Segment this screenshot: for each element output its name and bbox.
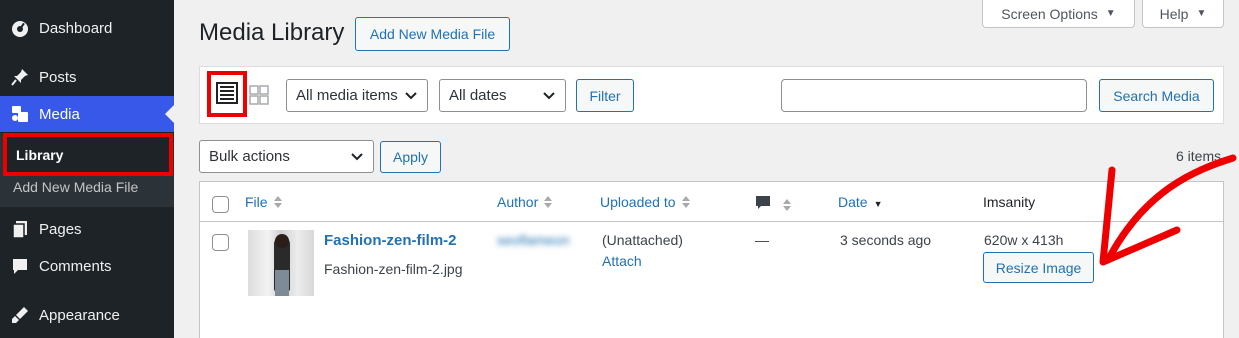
comments-count: — xyxy=(755,232,769,248)
thumbnail-head xyxy=(275,234,289,248)
annotation-arrow-icon xyxy=(1099,154,1237,266)
column-file[interactable]: File xyxy=(245,194,282,210)
pin-icon xyxy=(10,67,30,87)
date-select[interactable]: All dates xyxy=(439,79,566,112)
row-checkbox[interactable] xyxy=(212,234,229,251)
page-title: Media Library xyxy=(199,19,345,46)
column-author-label: Author xyxy=(497,194,539,210)
author-link[interactable]: seoflameon xyxy=(497,232,569,248)
list-view-button[interactable] xyxy=(207,71,247,117)
sidebar-item-comments[interactable]: Comments xyxy=(0,248,174,284)
sidebar-item-label: Media xyxy=(39,105,80,123)
media-filename: Fashion-zen-film-2.jpg xyxy=(324,261,463,277)
thumbnail-legs xyxy=(275,270,289,296)
sidebar-item-label: Pages xyxy=(39,220,82,238)
help-label: Help xyxy=(1159,5,1189,22)
chevron-down-icon xyxy=(405,87,417,104)
media-icon xyxy=(10,104,30,124)
search-input[interactable] xyxy=(781,79,1087,112)
sidebar-item-posts[interactable]: Posts xyxy=(0,59,174,95)
attach-link[interactable]: Attach xyxy=(602,253,642,269)
sidebar-item-label: Comments xyxy=(39,257,112,275)
media-type-value: All media items xyxy=(296,87,398,104)
bulk-actions-value: Bulk actions xyxy=(209,148,290,165)
screen-options-label: Screen Options xyxy=(1001,5,1098,22)
column-file-label: File xyxy=(245,194,268,210)
caret-down-icon: ▼ xyxy=(1196,8,1207,19)
chevron-down-icon xyxy=(543,87,555,104)
sidebar-item-dashboard[interactable]: Dashboard xyxy=(0,10,174,46)
media-thumbnail[interactable] xyxy=(248,230,314,296)
sidebar-item-pages[interactable]: Pages xyxy=(0,211,174,247)
chevron-down-icon xyxy=(351,148,363,165)
media-type-select[interactable]: All media items xyxy=(286,79,428,112)
sidebar-item-label: Dashboard xyxy=(39,19,113,37)
submenu-library-label: Library xyxy=(16,146,64,163)
comment-icon xyxy=(10,256,30,276)
apply-button[interactable]: Apply xyxy=(380,141,441,173)
media-table: File Author Uploaded to Date ▼ Imsanity … xyxy=(199,181,1224,338)
submenu-add-new[interactable]: Add New Media File xyxy=(13,179,138,195)
pages-icon xyxy=(10,219,30,239)
date-value: 3 seconds ago xyxy=(840,232,932,248)
brush-icon xyxy=(10,305,30,325)
filter-button[interactable]: Filter xyxy=(576,79,634,112)
column-date-label: Date xyxy=(838,194,868,210)
column-author[interactable]: Author xyxy=(497,194,553,210)
column-comments[interactable] xyxy=(755,195,791,214)
comment-bubble-icon xyxy=(755,195,771,214)
sort-icon xyxy=(681,196,690,208)
media-title-link[interactable]: Fashion-zen-film-2 xyxy=(324,232,457,249)
column-imsanity: Imsanity xyxy=(983,194,1036,210)
column-uploaded-to-label: Uploaded to xyxy=(600,194,676,210)
sidebar-item-label: Appearance xyxy=(39,306,120,324)
media-submenu: Library Add New Media File xyxy=(0,133,174,207)
sidebar-item-appearance[interactable]: Appearance xyxy=(0,297,174,333)
column-uploaded-to[interactable]: Uploaded to xyxy=(600,194,690,210)
help-tab[interactable]: Help ▼ xyxy=(1142,0,1224,28)
caret-down-icon: ▼ xyxy=(1105,8,1116,19)
sort-icon xyxy=(273,196,282,208)
select-all-checkbox[interactable] xyxy=(212,196,229,213)
list-view-icon xyxy=(216,81,238,107)
sort-desc-icon: ▼ xyxy=(873,198,883,209)
sort-icon xyxy=(544,196,553,208)
add-new-media-button[interactable]: Add New Media File xyxy=(355,17,510,51)
search-media-button[interactable]: Search Media xyxy=(1099,79,1214,112)
bulk-actions-select[interactable]: Bulk actions xyxy=(199,140,374,173)
image-dimensions: 620w x 413h xyxy=(984,232,1064,248)
grid-view-icon[interactable] xyxy=(249,85,269,108)
column-date[interactable]: Date ▼ xyxy=(838,194,883,210)
date-value: All dates xyxy=(449,87,507,104)
table-header: File Author Uploaded to Date ▼ Imsanity xyxy=(200,182,1223,222)
admin-sidebar: Dashboard Posts Media Library Add New Me… xyxy=(0,0,174,338)
screen-options-tab[interactable]: Screen Options ▼ xyxy=(982,0,1135,28)
dashboard-icon xyxy=(10,18,30,38)
sort-icon xyxy=(783,198,791,211)
uploaded-to-value: (Unattached) xyxy=(602,232,683,248)
submenu-library[interactable]: Library xyxy=(3,133,173,176)
sidebar-item-label: Posts xyxy=(39,68,77,86)
sidebar-item-media[interactable]: Media xyxy=(0,96,174,132)
